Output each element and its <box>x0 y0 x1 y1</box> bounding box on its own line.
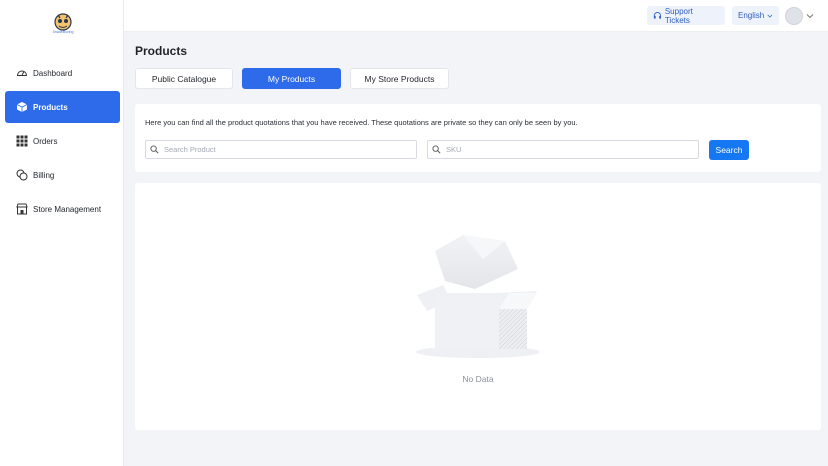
sidebar-item-label: Billing <box>33 170 55 180</box>
tab-public-catalogue[interactable]: Public Catalogue <box>135 68 233 89</box>
sidebar-nav: Dashboard Products Orders Billing Store … <box>5 57 120 227</box>
search-button[interactable]: Search <box>709 140 749 160</box>
search-description: Here you can find all the product quotat… <box>145 118 578 127</box>
sidebar-item-billing[interactable]: Billing <box>5 159 120 191</box>
search-product-input[interactable] <box>145 140 417 159</box>
language-label: English <box>738 11 765 20</box>
box-icon <box>16 101 28 113</box>
avatar-icon[interactable] <box>785 7 803 25</box>
sidebar-item-orders[interactable]: Orders <box>5 125 120 157</box>
search-icon <box>150 145 159 154</box>
chevron-down-icon[interactable] <box>805 11 815 21</box>
chevron-down-icon <box>767 14 773 18</box>
sidebar-item-store-management[interactable]: Store Management <box>5 193 120 225</box>
dashboard-gauge-icon <box>16 67 28 79</box>
sidebar-item-label: Orders <box>33 136 58 146</box>
empty-state-text: No Data <box>462 374 494 384</box>
empty-box-icon <box>416 235 540 358</box>
sidebar-item-label: Store Management <box>33 204 102 214</box>
tab-my-products[interactable]: My Products <box>242 68 341 89</box>
page-title: Products <box>135 44 188 58</box>
sidebar-item-label: Products <box>33 102 68 112</box>
search-icon <box>432 145 441 154</box>
coins-icon <box>16 169 28 181</box>
support-tickets-label: Support Tickets <box>664 6 693 25</box>
grid-icon <box>16 135 28 147</box>
results-panel: No Data <box>135 183 821 430</box>
tab-my-store-products[interactable]: My Store Products <box>350 68 449 89</box>
search-panel: Here you can find all the product quotat… <box>135 104 821 172</box>
sidebar-item-products[interactable]: Products <box>5 91 120 123</box>
sidebar: ShadeBoxing Dashboard Products Orders Bi… <box>0 0 124 466</box>
language-select[interactable]: English <box>732 6 779 25</box>
top-bar: Support Tickets English <box>124 0 828 32</box>
support-tickets-button[interactable]: Support Tickets <box>647 6 725 25</box>
sidebar-item-label: Dashboard <box>33 68 73 78</box>
store-icon <box>16 203 28 215</box>
sku-input[interactable] <box>427 140 699 159</box>
brand-logo-caption: ShadeBoxing <box>52 30 74 34</box>
sidebar-item-dashboard[interactable]: Dashboard <box>5 57 120 89</box>
headset-icon <box>653 12 661 19</box>
